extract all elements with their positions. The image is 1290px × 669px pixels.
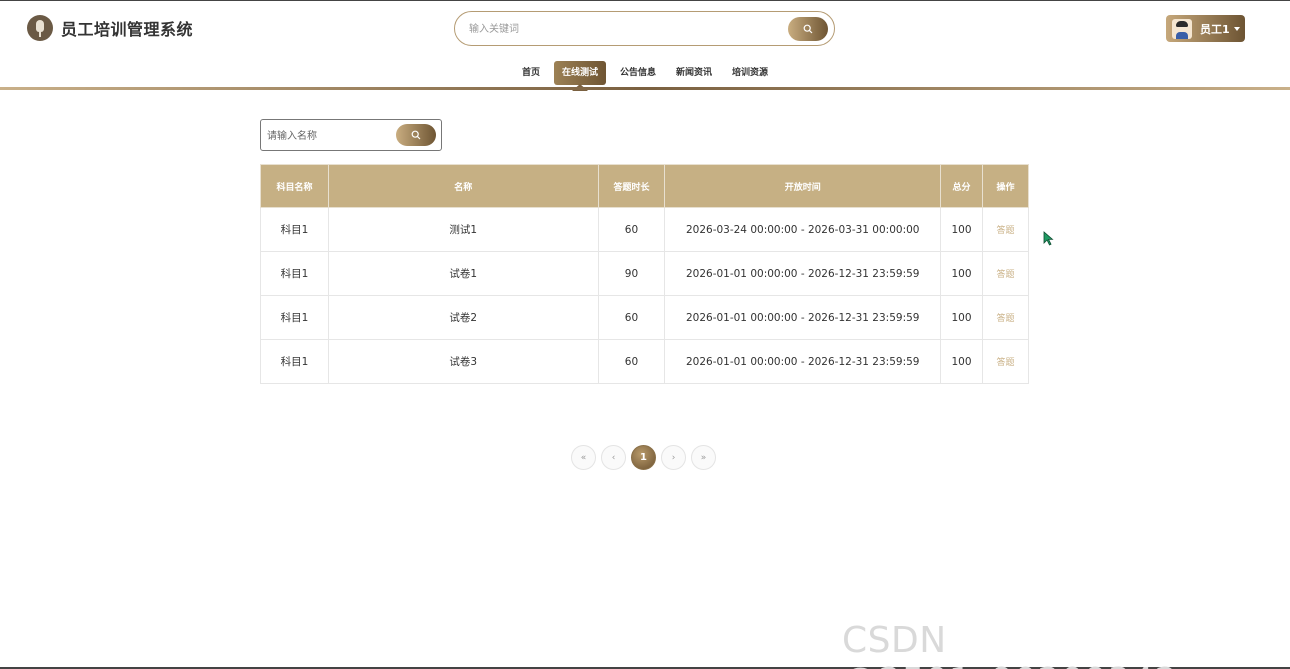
first-page-button[interactable]: « (571, 445, 596, 470)
cell-score: 100 (940, 339, 983, 384)
caret-down-icon (1233, 26, 1240, 31)
cell-subject: 科目1 (260, 295, 329, 340)
global-search-button[interactable] (788, 17, 828, 41)
name-search-input[interactable] (267, 128, 387, 144)
table-row: 科目1 试卷1 90 2026-01-01 00:00:00 - 2026-12… (260, 251, 1029, 296)
cell-duration: 90 (597, 251, 666, 296)
logo-icon (27, 15, 53, 41)
cell-open-time: 2026-01-01 00:00:00 - 2026-12-31 23:59:5… (664, 251, 942, 296)
column-header-name: 名称 (327, 164, 599, 208)
global-search (454, 11, 835, 46)
column-header-action: 操作 (982, 164, 1029, 208)
cell-subject: 科目1 (260, 251, 329, 296)
cell-score: 100 (940, 207, 983, 252)
exam-table: 科目名称 名称 答题时长 开放时间 总分 操作 科目1 测试1 60 2026-… (260, 164, 1029, 384)
cell-duration: 60 (597, 339, 666, 384)
cell-duration: 60 (597, 207, 666, 252)
app-logo[interactable]: 员工培训管理系统 (27, 15, 193, 41)
global-search-input[interactable] (469, 20, 769, 38)
cell-score: 100 (940, 251, 983, 296)
user-menu-button[interactable]: 员工1 (1166, 15, 1245, 42)
last-page-button[interactable]: » (691, 445, 716, 470)
search-icon (803, 24, 813, 34)
search-icon (411, 130, 421, 140)
table-row: 科目1 试卷2 60 2026-01-01 00:00:00 - 2026-12… (260, 295, 1029, 340)
watermark: CSDN @2501_90209342 (842, 620, 1177, 669)
column-header-duration: 答题时长 (597, 164, 666, 208)
pagination: « ‹ 1 › » (571, 445, 721, 470)
user-name: 员工1 (1200, 22, 1230, 36)
column-header-open-time: 开放时间 (664, 164, 942, 208)
app-title: 员工培训管理系统 (61, 20, 194, 39)
answer-link[interactable]: 答题 (982, 295, 1029, 340)
answer-link[interactable]: 答题 (982, 339, 1029, 384)
mouse-cursor-icon (1043, 231, 1054, 246)
column-header-score: 总分 (940, 164, 983, 208)
next-page-button[interactable]: › (661, 445, 686, 470)
answer-link[interactable]: 答题 (982, 251, 1029, 296)
cell-subject: 科目1 (260, 207, 329, 252)
table-row: 科目1 试卷3 60 2026-01-01 00:00:00 - 2026-12… (260, 339, 1029, 384)
nav-item-news[interactable]: 新闻资讯 (666, 61, 722, 85)
cell-name: 测试1 (327, 207, 599, 252)
cell-subject: 科目1 (260, 339, 329, 384)
cell-open-time: 2026-01-01 00:00:00 - 2026-12-31 23:59:5… (664, 295, 942, 340)
avatar (1172, 18, 1192, 39)
cell-name: 试卷3 (327, 339, 599, 384)
nav-item-online-test[interactable]: 在线测试 (553, 61, 606, 91)
page-button-current[interactable]: 1 (631, 445, 656, 470)
table-header-row: 科目名称 名称 答题时长 开放时间 总分 操作 (260, 164, 1029, 208)
cell-name: 试卷2 (327, 295, 599, 340)
cell-open-time: 2026-01-01 00:00:00 - 2026-12-31 23:59:5… (664, 339, 942, 384)
column-header-subject: 科目名称 (260, 164, 329, 208)
cell-open-time: 2026-03-24 00:00:00 - 2026-03-31 00:00:0… (664, 207, 942, 252)
prev-page-button[interactable]: ‹ (601, 445, 626, 470)
cell-duration: 60 (597, 295, 666, 340)
nav-divider (0, 87, 1290, 90)
cell-score: 100 (940, 295, 983, 340)
cell-name: 试卷1 (327, 251, 599, 296)
nav-item-training-resources[interactable]: 培训资源 (722, 61, 778, 85)
nav-item-home[interactable]: 首页 (512, 61, 550, 85)
name-search-button[interactable] (396, 124, 436, 146)
name-filter (260, 119, 442, 151)
main-nav: 首页 在线测试 公告信息 新闻资讯 培训资源 (0, 59, 1290, 91)
answer-link[interactable]: 答题 (982, 207, 1029, 252)
table-row: 科目1 测试1 60 2026-03-24 00:00:00 - 2026-03… (260, 207, 1029, 252)
nav-item-announcements[interactable]: 公告信息 (610, 61, 666, 85)
